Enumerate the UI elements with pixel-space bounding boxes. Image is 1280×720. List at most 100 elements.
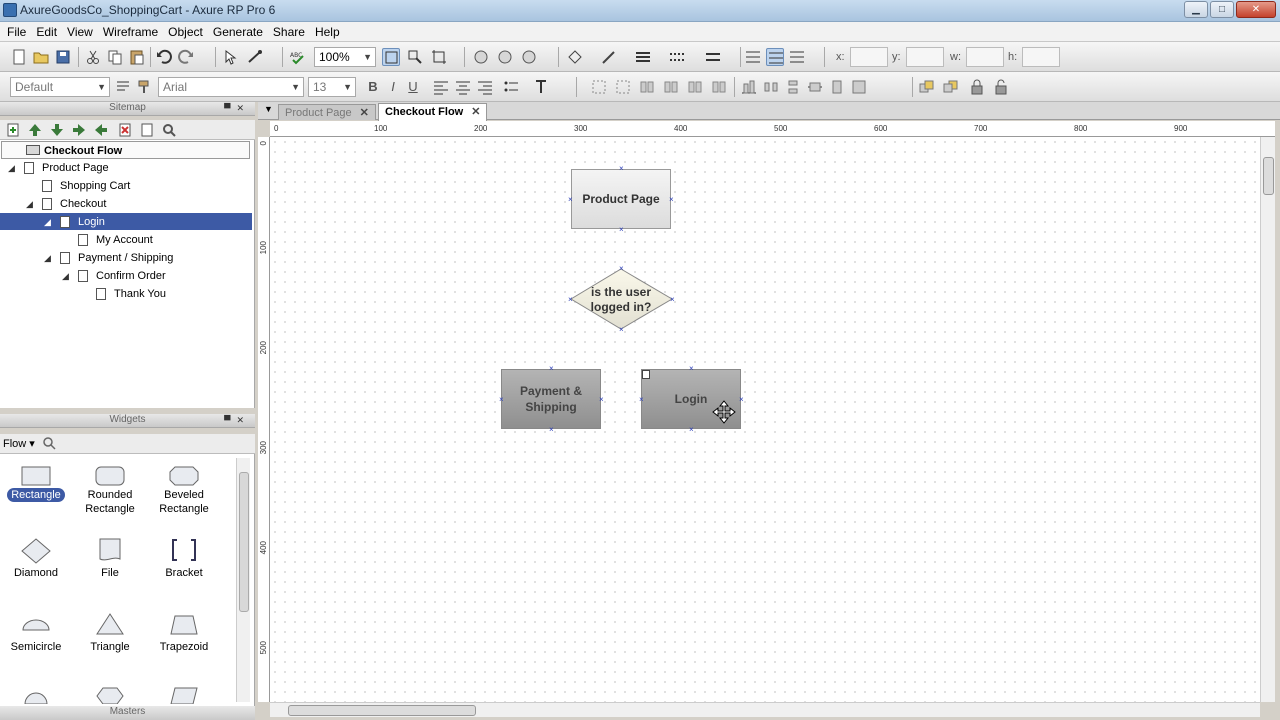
align-objects-top-icon[interactable] xyxy=(686,78,704,96)
minimize-button[interactable]: ▁ xyxy=(1184,1,1208,18)
redo-icon[interactable] xyxy=(177,48,195,66)
align-left-icon[interactable] xyxy=(432,78,450,96)
distribute-icon[interactable] xyxy=(638,78,656,96)
connection-point[interactable]: × xyxy=(499,396,504,404)
copy-icon[interactable] xyxy=(106,48,124,66)
connection-point[interactable]: × xyxy=(669,196,674,204)
widget-rectangle[interactable]: Rectangle xyxy=(0,466,72,502)
italic-button[interactable]: I xyxy=(384,78,402,96)
tree-item-confirm-order[interactable]: ◢ Confirm Order xyxy=(0,267,252,285)
outdent-icon[interactable] xyxy=(92,121,110,139)
style-select[interactable]: Default ▼ xyxy=(10,77,110,97)
group-icon[interactable] xyxy=(472,48,490,66)
widget-parallelogram-partial[interactable] xyxy=(148,686,220,704)
line-style-icon[interactable] xyxy=(668,48,686,66)
move-down-icon[interactable] xyxy=(48,121,66,139)
add-page-icon[interactable] xyxy=(4,121,22,139)
fit-view-icon[interactable] xyxy=(382,48,400,66)
width-field[interactable] xyxy=(966,47,1004,67)
flow-node-product-page[interactable]: Product Page xyxy=(571,169,671,229)
widget-triangle[interactable]: Triangle xyxy=(74,612,146,654)
maximize-button[interactable]: □ xyxy=(1210,1,1234,18)
tree-item-thank-you[interactable]: Thank You xyxy=(0,285,252,303)
lock-icon[interactable] xyxy=(968,78,986,96)
fill-color-icon[interactable] xyxy=(566,48,584,66)
connection-point[interactable]: × xyxy=(689,426,694,434)
menu-edit[interactable]: Edit xyxy=(31,22,62,41)
widget-semicircle[interactable]: Semicircle xyxy=(0,612,72,654)
menu-wireframe[interactable]: Wireframe xyxy=(98,22,163,41)
expand-triangle-icon[interactable]: ◢ xyxy=(44,249,51,267)
paste-icon[interactable] xyxy=(128,48,146,66)
menu-object[interactable]: Object xyxy=(163,22,208,41)
expand-triangle-icon[interactable]: ◢ xyxy=(62,267,69,285)
tree-item-shopping-cart[interactable]: Shopping Cart xyxy=(0,177,252,195)
expand-triangle-icon[interactable]: ◢ xyxy=(8,159,15,177)
selection-mode-icon[interactable] xyxy=(222,48,240,66)
connection-point[interactable]: × xyxy=(689,365,694,373)
menu-help[interactable]: Help xyxy=(310,22,345,41)
connection-point[interactable]: × xyxy=(549,365,554,373)
close-tab-icon[interactable]: ✕ xyxy=(360,107,369,119)
font-size-select[interactable]: 13 ▼ xyxy=(308,77,356,97)
send-to-back-icon[interactable] xyxy=(942,78,960,96)
height-field[interactable] xyxy=(1022,47,1060,67)
align-objects-center-icon[interactable] xyxy=(614,78,632,96)
bullet-list-icon[interactable] xyxy=(502,78,520,96)
align-objects-right-icon[interactable] xyxy=(662,78,680,96)
align-top-icon[interactable] xyxy=(744,48,762,66)
align-objects-left-icon[interactable] xyxy=(590,78,608,96)
canvas-vertical-scrollbar[interactable] xyxy=(1260,137,1275,702)
distribute-horizontal-icon[interactable] xyxy=(762,78,780,96)
align-objects-middle-icon[interactable] xyxy=(710,78,728,96)
widget-beveled-rectangle[interactable]: Beveled Rectangle xyxy=(148,466,220,516)
bold-button[interactable]: B xyxy=(364,78,382,96)
font-select[interactable]: Arial ▼ xyxy=(158,77,304,97)
tree-item-checkout[interactable]: ◢ Checkout xyxy=(0,195,252,213)
widget-file[interactable]: File xyxy=(74,538,146,580)
distribute-vertical-icon[interactable] xyxy=(784,78,802,96)
bring-to-front-icon[interactable] xyxy=(918,78,936,96)
diagram-canvas[interactable]: Product Page × × × × is the user logged … xyxy=(270,137,1260,702)
tab-product-page[interactable]: Product Page ✕ xyxy=(278,104,376,120)
expand-triangle-icon[interactable]: ◢ xyxy=(44,213,51,231)
widget-bracket[interactable]: Bracket xyxy=(148,538,220,580)
widget-circle-partial[interactable] xyxy=(0,686,72,704)
tab-checkout-flow[interactable]: Checkout Flow ✕ xyxy=(378,103,488,121)
format-painter-icon[interactable] xyxy=(136,78,154,96)
scroll-thumb[interactable] xyxy=(1263,157,1274,195)
widgets-scrollbar[interactable] xyxy=(236,458,250,702)
widget-library-select[interactable]: Flow ▾ xyxy=(3,437,35,450)
align-objects-bottom-icon[interactable] xyxy=(740,78,758,96)
connection-point[interactable]: × xyxy=(619,165,624,173)
connection-point[interactable]: × xyxy=(619,326,624,334)
connection-point[interactable]: × xyxy=(619,265,624,273)
tree-root-checkout-flow[interactable]: Checkout Flow xyxy=(1,141,250,159)
zoom-select[interactable]: 100% ▼ xyxy=(314,47,376,67)
connection-point[interactable]: × xyxy=(599,396,604,404)
widget-trapezoid[interactable]: Trapezoid xyxy=(148,612,220,654)
ungroup-icon[interactable] xyxy=(496,48,514,66)
underline-button[interactable]: U xyxy=(404,78,422,96)
menu-view[interactable]: View xyxy=(62,22,98,41)
connection-point[interactable]: × xyxy=(568,296,573,304)
x-field[interactable] xyxy=(850,47,888,67)
expand-triangle-icon[interactable]: ◢ xyxy=(26,195,33,213)
widget-diamond[interactable]: Diamond xyxy=(0,538,72,580)
connection-point[interactable]: × xyxy=(549,426,554,434)
match-width-icon[interactable] xyxy=(806,78,824,96)
line-width-icon[interactable] xyxy=(634,48,652,66)
text-color-icon[interactable] xyxy=(532,78,550,96)
panel-pin-close-icon[interactable]: ▀✕ xyxy=(224,103,250,114)
menu-file[interactable]: File xyxy=(2,22,31,41)
widget-rounded-rectangle[interactable]: Rounded Rectangle xyxy=(74,466,146,516)
line-color-icon[interactable] xyxy=(600,48,618,66)
align-middle-icon[interactable] xyxy=(766,48,784,66)
panel-pin-close-icon[interactable]: ▀✕ xyxy=(224,415,250,426)
match-size-icon[interactable] xyxy=(850,78,868,96)
align-right-icon[interactable] xyxy=(476,78,494,96)
order-icon[interactable] xyxy=(520,48,538,66)
delete-page-icon[interactable] xyxy=(116,121,134,139)
widget-hexagon-partial[interactable] xyxy=(74,686,146,704)
menu-generate[interactable]: Generate xyxy=(208,22,268,41)
